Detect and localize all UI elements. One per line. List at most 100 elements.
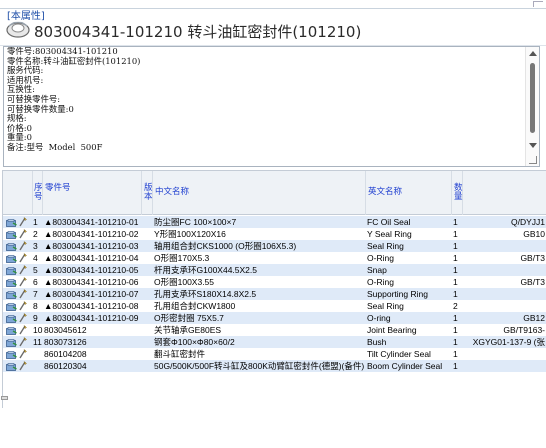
scroll-up-icon[interactable] xyxy=(529,51,537,56)
cell-part-number[interactable]: ▲803004341-101210-06 xyxy=(44,276,142,288)
cell-english-name: Tilt Cylinder Seal xyxy=(367,349,431,359)
add-to-cart-icon[interactable] xyxy=(6,278,17,287)
cell-seq: 11 xyxy=(33,337,42,347)
cell-chinese-name: 防尘圈FC 100×100×7 xyxy=(154,217,237,227)
row-actions xyxy=(3,288,33,300)
add-to-cart-icon[interactable] xyxy=(6,350,17,359)
edit-pencil-icon[interactable] xyxy=(18,264,27,275)
col-version[interactable]: 版本 xyxy=(143,171,153,215)
add-to-cart-icon[interactable] xyxy=(6,302,17,311)
col-chinese-name[interactable]: 中文名称 xyxy=(154,171,366,215)
add-to-cart-icon[interactable] xyxy=(6,362,17,371)
table-row[interactable]: 3 ▲803004341-101210-03 轴用组合封CKS1000 (O形圈10… xyxy=(3,240,546,252)
edit-pencil-icon[interactable] xyxy=(18,336,27,347)
cell-spec xyxy=(464,360,546,372)
scroll-thumb[interactable] xyxy=(530,63,535,133)
info-scrollbar[interactable] xyxy=(525,47,539,166)
edit-pencil-icon[interactable] xyxy=(18,360,27,371)
table-row[interactable]: 8 ▲803004341-101210-08 孔用组合封CKW1800 Seal Ri… xyxy=(3,300,546,312)
cell-english-name: O-Ring xyxy=(367,253,394,263)
table-row[interactable]: 10 803045612 关节轴承GE80ES Joint Bearing 1 GB/T9… xyxy=(3,324,546,336)
edit-pencil-icon[interactable] xyxy=(18,288,27,299)
add-to-cart-icon[interactable] xyxy=(6,230,17,239)
cell-part-number[interactable]: ▲803004341-101210-01 xyxy=(44,216,142,228)
col-quantity[interactable]: 数量 xyxy=(453,171,463,215)
table-row[interactable]: 2 ▲803004341-101210-02 Y形圈100X120X16 Y Seal… xyxy=(3,228,546,240)
edit-pencil-icon[interactable] xyxy=(18,216,27,227)
cell-quantity: 1 xyxy=(453,289,458,299)
col-english-name[interactable]: 英文名称 xyxy=(367,171,452,215)
add-to-cart-icon[interactable] xyxy=(6,242,17,251)
cell-english-name: Seal Ring xyxy=(367,301,404,311)
cell-seq: 10 xyxy=(33,325,43,335)
table-row[interactable]: 860120304 50G/500K/500F转斗缸及800K动臂缸密封件(德盟)… xyxy=(3,360,546,372)
cell-part-number[interactable]: ▲803004341-101210-09 xyxy=(44,312,142,324)
table-row[interactable]: 4 ▲803004341-101210-04 O形圈170X5.3 O-Ring 1 GB… xyxy=(3,252,546,264)
cell-quantity: 1 xyxy=(453,229,458,239)
cell-version xyxy=(143,300,153,312)
cell-version xyxy=(143,216,153,228)
cell-chinese-name: O形圈170X5.3 xyxy=(154,253,210,263)
cell-part-number[interactable]: ▲803004341-101210-02 xyxy=(44,228,142,240)
edit-pencil-icon[interactable] xyxy=(18,276,27,287)
edit-pencil-icon[interactable] xyxy=(18,228,27,239)
cell-seq: 9 xyxy=(33,313,38,323)
cell-english-name: Snap xyxy=(367,265,387,275)
row-actions xyxy=(3,360,33,372)
cell-part-number[interactable]: ▲803004341-101210-07 xyxy=(44,288,142,300)
cell-part-number[interactable]: ▲803004341-101210-08 xyxy=(44,300,142,312)
table-row[interactable]: 9 ▲803004341-101210-09 O形密封圈 75X5.7 O-ring 1… xyxy=(3,312,546,324)
cell-quantity: 1 xyxy=(453,337,458,347)
edit-pencil-icon[interactable] xyxy=(18,348,27,359)
part-info-textarea[interactable]: 零件号:803004341-101210 零件名称:转斗油缸密封件(101210… xyxy=(3,46,540,167)
add-to-cart-icon[interactable] xyxy=(6,218,17,227)
cell-part-number[interactable]: ▲803004341-101210-04 xyxy=(44,252,142,264)
cell-chinese-name: 孔用组合封CKW1800 xyxy=(154,301,236,311)
edit-pencil-icon[interactable] xyxy=(18,252,27,263)
cell-part-number[interactable]: 860120304 xyxy=(44,360,142,372)
add-to-cart-icon[interactable] xyxy=(6,338,17,347)
table-row[interactable]: 7 ▲803004341-101210-07 孔用支承环S180X14.8X2.5 S… xyxy=(3,288,546,300)
cell-seq xyxy=(33,348,43,360)
col-part-number[interactable]: 零件号 xyxy=(44,171,142,215)
add-to-cart-icon[interactable] xyxy=(6,266,17,275)
cell-quantity: 1 xyxy=(453,325,458,335)
cell-part-number[interactable]: ▲803004341-101210-05 xyxy=(44,264,142,276)
cell-part-number[interactable]: 860104208 xyxy=(44,348,142,360)
add-to-cart-icon[interactable] xyxy=(6,314,17,323)
resize-grip-icon[interactable] xyxy=(529,156,537,164)
cell-seq: 4 xyxy=(33,253,38,263)
add-to-cart-icon[interactable] xyxy=(6,326,17,335)
edit-pencil-icon[interactable] xyxy=(18,240,27,251)
table-row[interactable]: 6 ▲803004341-101210-06 O形圈100X3.55 O-Ring 1 G… xyxy=(3,276,546,288)
cell-chinese-name: O形密封圈 75X5.7 xyxy=(154,313,224,323)
cell-part-number[interactable]: 803073126 xyxy=(44,336,142,348)
edit-pencil-icon[interactable] xyxy=(18,312,27,323)
table-row[interactable]: 860104208 翻斗缸密封件 Tilt Cylinder Seal 1 xyxy=(3,348,546,360)
cell-seq: 1 xyxy=(33,217,38,227)
cell-quantity: 1 xyxy=(453,241,458,251)
row-actions xyxy=(3,276,33,288)
cell-seq: 8 xyxy=(33,301,38,311)
cell-spec: GB/T3 xyxy=(520,253,545,263)
table-row[interactable]: 11 803073126 钢套Φ100×Φ80×60/2 Bush 1 XGYG01-13… xyxy=(3,336,546,348)
cell-quantity: 1 xyxy=(453,349,458,359)
add-to-cart-icon[interactable] xyxy=(6,290,17,299)
cell-english-name: Seal Ring xyxy=(367,241,404,251)
table-row[interactable]: 1 ▲803004341-101210-01 防尘圈FC 100×100×7 FC O… xyxy=(3,216,546,228)
cell-spec xyxy=(464,300,546,312)
edit-pencil-icon[interactable] xyxy=(18,300,27,311)
cell-part-number[interactable]: 803045612 xyxy=(44,324,142,336)
cell-spec: Q/DYJJ1 xyxy=(510,217,545,227)
col-seq[interactable]: 序号 xyxy=(33,171,43,215)
page-title: 803004341-101210 转斗油缸密封件(101210) xyxy=(34,23,362,41)
table-row[interactable]: 5 ▲803004341-101210-05 杆用支承环G100X44.5X2.5 S… xyxy=(3,264,546,276)
row-actions xyxy=(3,264,33,276)
row-actions xyxy=(3,300,33,312)
cell-part-number[interactable]: ▲803004341-101210-03 xyxy=(44,240,142,252)
row-marker-icon xyxy=(1,396,8,400)
add-to-cart-icon[interactable] xyxy=(6,254,17,263)
row-actions xyxy=(3,312,33,324)
scroll-down-icon[interactable] xyxy=(529,143,537,148)
edit-pencil-icon[interactable] xyxy=(18,324,27,335)
